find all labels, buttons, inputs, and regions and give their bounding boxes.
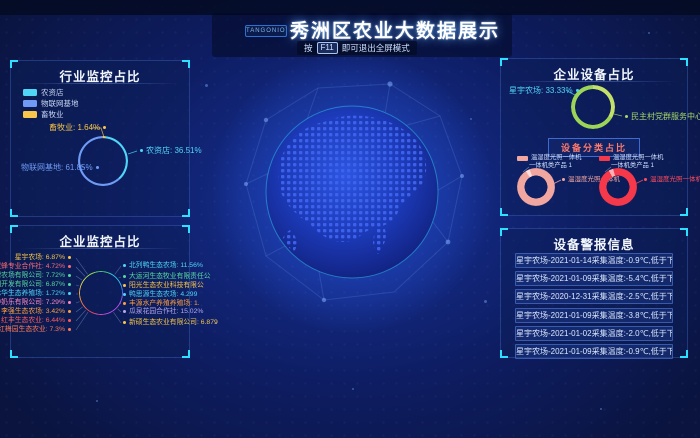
particle-dot (484, 300, 487, 303)
panel-title: 设备警报信息 (501, 229, 687, 253)
corner-accent (182, 209, 190, 217)
divider (20, 83, 180, 84)
alarm-row: 星宇农场-2021-01-09采集温度:-5.4℃,低于下限:0℃ (515, 271, 673, 286)
chart-callout: 农资店: 36.51% (140, 147, 202, 155)
hint-suffix: 即可退出全屏模式 (342, 42, 410, 54)
mini-legend[interactable]: 温湿度光照一体机 (517, 155, 581, 161)
classification-donut-right[interactable] (595, 164, 642, 211)
legend-item[interactable]: 农资店 (23, 89, 79, 97)
divider (510, 81, 677, 82)
device-ratio-panel: 企业设备占比 星宇农场: 33.33% 民主村党群服务中心: 设备分类占比 温湿… (500, 58, 688, 216)
chart-label: 阳光生态农业科技有限公 (123, 283, 204, 290)
legend-item[interactable]: 物联网基地 (23, 100, 79, 108)
chart-callout: 物联网基地: 61.85% (21, 164, 99, 172)
chart-label: 七华生态养殖场: 1.72% (0, 291, 71, 298)
chart-label: 国开发有限公司: 6.87% (0, 282, 71, 289)
device-alarm-panel: 设备警报信息 星宇农场-2021-01-14采集温度:-0.9℃,低于下限:0℃… (500, 228, 688, 358)
corner-accent (500, 208, 508, 216)
corner-accent (10, 209, 18, 217)
chart-callout: 温湿度光照一体机 (644, 177, 700, 184)
alarm-row: 星宇农场-2020-12-31采集温度:-2.5℃,低于下限:0℃ (515, 289, 673, 304)
chart-label: 家绿农场有限公司: 7.72% (0, 273, 71, 280)
panel-title: 企业监控占比 (11, 226, 189, 250)
alarm-list[interactable]: 星宇农场-2021-01-14采集温度:-0.9℃,低于下限:0℃ 星宇农场-2… (515, 253, 673, 359)
globe-visualization (232, 72, 472, 312)
corner-accent (680, 208, 688, 216)
alarm-row: 星宇农场-2021-01-09采集温度:-3.8℃,低于下限:0℃ (515, 308, 673, 323)
chart-label: 大运河生态牧业有限责任公 (123, 274, 211, 281)
chart-label: 鸭思源生态农场: 4.299 (123, 292, 197, 299)
corner-accent (680, 350, 688, 358)
alarm-row: 星宇农场-2021-01-02采集温度:-2.0℃,低于下限:0℃ (515, 326, 673, 341)
legend-swatch (23, 111, 37, 118)
chart-label: 彩蝶蜜蜂专业合作社: 4.72% (0, 264, 71, 271)
dashboard: TANGONIOT 秀洲区农业大数据展示 按 F11 即可退出全屏模式 行业监控… (0, 0, 700, 438)
logo-badge: TANGONIOT (245, 25, 287, 37)
legend-label: 物联网基地 (41, 100, 79, 108)
fullscreen-hint: 按 F11 即可退出全屏模式 (297, 41, 417, 55)
corner-accent (500, 350, 508, 358)
legend-item[interactable]: 畜牧业 (23, 111, 79, 119)
chart-label: 新硕生态农业有限公司: 6.879 (123, 320, 218, 327)
panel-title: 行业监控占比 (11, 61, 189, 85)
divider (20, 248, 180, 249)
industry-donut-chart[interactable] (78, 136, 128, 186)
alarm-row: 星宇农场-2021-01-09采集温度:-0.9℃,低于下限:0℃ (515, 344, 673, 359)
mini-legend[interactable]: 温湿度光照一体机 (599, 155, 663, 161)
chart-label: 丰源水产养殖养殖场: 1. (123, 301, 200, 308)
legend-label: 畜牧业 (41, 111, 64, 119)
legend-swatch (599, 156, 610, 161)
particle-dot (205, 84, 208, 87)
chart-label: 红丰生态农业: 6.44% (1, 318, 71, 325)
chart-label: 红梅园生态农业: 7.3% (0, 327, 71, 334)
legend-label: 温湿度光照一体机 (531, 155, 581, 161)
chart-callout: 民主村党群服务中心: (625, 113, 700, 121)
particle-dot (600, 408, 602, 410)
chart-label: 李强生态农场: 3.42% (1, 309, 71, 316)
chart-label: 星宇农场: 6.87% (15, 255, 71, 262)
corner-accent (182, 350, 190, 358)
chart-label: 中奶乐有限公司: 7.29% (0, 300, 71, 307)
industry-legend: 农资店 物联网基地 畜牧业 (23, 89, 79, 122)
particle-dot (648, 32, 650, 34)
page-title: 秀洲区农业大数据展示 (290, 16, 500, 43)
particle-dot (96, 400, 98, 402)
logo-text: TANGONIOT (246, 28, 287, 34)
legend-swatch (23, 89, 37, 96)
corner-accent (10, 350, 18, 358)
chart-callout: 畜牧业: 1.64% (49, 124, 106, 132)
chart-label: 北列鸭生态农场: 11.56% (123, 263, 203, 270)
panel-title: 企业设备占比 (501, 59, 687, 83)
legend-label: 温湿度光照一体机 (613, 155, 663, 161)
legend-swatch (23, 100, 37, 107)
legend-label: 农资店 (41, 89, 64, 97)
chart-label: 瓜泉花园合作社: 15.02% (123, 309, 203, 316)
particle-dot (352, 388, 354, 390)
hint-prefix: 按 (304, 42, 313, 54)
alarm-row: 星宇农场-2021-01-14采集温度:-0.9℃,低于下限:0℃ (515, 253, 673, 268)
classification-donut-left[interactable] (512, 163, 561, 212)
legend-swatch (517, 156, 528, 161)
enterprise-donut-chart[interactable] (79, 271, 123, 315)
f11-key-badge: F11 (317, 42, 338, 54)
chart-callout: 星宇农场: 33.33% (509, 87, 579, 95)
industry-monitor-panel: 行业监控占比 农资店 物联网基地 畜牧业 畜牧业: 1.64% 农资店: 36.… (10, 60, 190, 217)
enterprise-monitor-panel: 企业监控占比 星宇农场: 6.87% 彩蝶蜜蜂专业合作社: 4.72% 家绿农场… (10, 225, 190, 358)
